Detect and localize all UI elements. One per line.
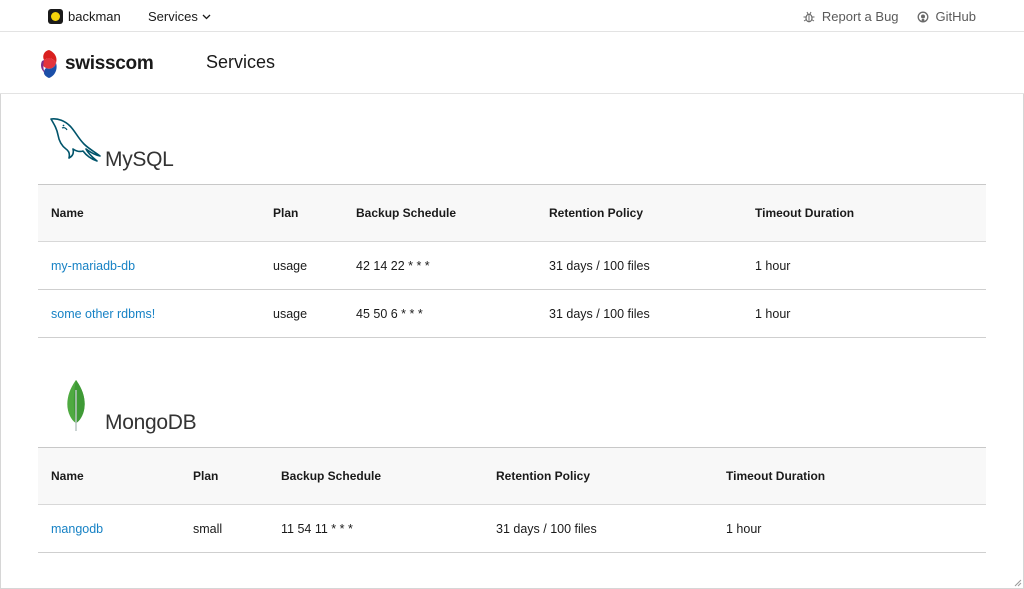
column-header-timeout-duration: Timeout Duration — [742, 184, 986, 242]
service-backup-schedule: 42 14 22 * * * — [343, 241, 536, 290]
service-plan: small — [180, 504, 268, 553]
backman-logo-icon — [48, 9, 63, 24]
service-backup-schedule: 11 54 11 * * * — [268, 504, 483, 553]
github-label: GitHub — [935, 9, 976, 24]
service-plan: usage — [260, 289, 343, 338]
report-bug-link[interactable]: Report a Bug — [803, 9, 899, 24]
table-row: mangodb small 11 54 11 * * * 31 days / 1… — [38, 504, 986, 553]
page-header: swisscom Services — [0, 32, 1024, 94]
service-name-link[interactable]: some other rdbms! — [38, 289, 260, 338]
report-bug-label: Report a Bug — [821, 9, 899, 24]
column-header-timeout-duration: Timeout Duration — [713, 447, 986, 505]
table-header-row: Name Plan Backup Schedule Retention Poli… — [38, 184, 986, 242]
column-header-plan: Plan — [260, 184, 343, 242]
table-header-row: Name Plan Backup Schedule Retention Poli… — [38, 447, 986, 505]
mysql-services-table: Name Plan Backup Schedule Retention Poli… — [38, 184, 986, 338]
service-retention-policy: 31 days / 100 files — [536, 289, 742, 338]
swisscom-wordmark: swisscom — [65, 53, 154, 74]
top-navbar: backman Services Report a Bug GitHub — [0, 0, 1024, 32]
column-header-retention-policy: Retention Policy — [483, 447, 713, 505]
github-icon — [917, 11, 928, 22]
chevron-down-icon — [202, 14, 211, 19]
services-menu[interactable]: Services — [148, 9, 211, 24]
table-row: my-mariadb-db usage 42 14 22 * * * 31 da… — [38, 241, 986, 290]
bug-icon — [803, 11, 815, 22]
mongodb-heading: MongoDB — [105, 411, 197, 434]
service-timeout-duration: 1 hour — [742, 241, 986, 290]
column-header-name: Name — [38, 184, 260, 242]
resize-grip-icon[interactable] — [1013, 578, 1022, 587]
service-plan: usage — [260, 241, 343, 290]
github-link[interactable]: GitHub — [917, 9, 976, 24]
service-name-link[interactable]: mangodb — [38, 504, 180, 553]
column-header-backup-schedule: Backup Schedule — [268, 447, 483, 505]
service-timeout-duration: 1 hour — [713, 504, 986, 553]
brand-label: backman — [68, 9, 121, 24]
mongodb-services-table: Name Plan Backup Schedule Retention Poli… — [38, 447, 986, 553]
page-title: Services — [206, 52, 276, 72]
services-menu-label: Services — [148, 9, 198, 24]
swisscom-logo[interactable]: swisscom — [38, 49, 154, 79]
column-header-plan: Plan — [180, 447, 268, 505]
brand-link[interactable]: backman — [48, 9, 121, 24]
mongodb-leaf-icon — [67, 380, 85, 431]
column-header-backup-schedule: Backup Schedule — [343, 184, 536, 242]
service-retention-policy: 31 days / 100 files — [536, 241, 742, 290]
service-timeout-duration: 1 hour — [742, 289, 986, 338]
column-header-name: Name — [38, 447, 180, 505]
column-header-retention-policy: Retention Policy — [536, 184, 742, 242]
service-backup-schedule: 45 50 6 * * * — [343, 289, 536, 338]
mysql-dolphin-icon — [50, 118, 101, 162]
swisscom-lifeform-icon — [41, 50, 57, 78]
table-row: some other rdbms! usage 45 50 6 * * * 31… — [38, 289, 986, 338]
mysql-heading: MySQL — [105, 148, 174, 171]
service-retention-policy: 31 days / 100 files — [483, 504, 713, 553]
service-name-link[interactable]: my-mariadb-db — [38, 241, 260, 290]
